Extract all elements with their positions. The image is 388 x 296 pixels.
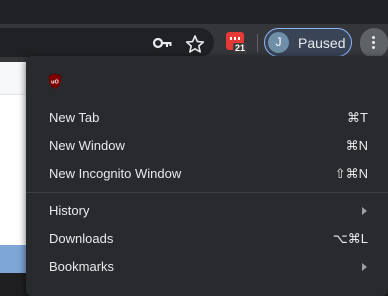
menu-item-new-incognito-window[interactable]: New Incognito Window ⇧⌘N — [26, 161, 388, 187]
submenu-arrow-icon — [362, 263, 367, 271]
menu-item-label: Downloads — [49, 231, 114, 246]
profile-button[interactable]: J Paused — [264, 28, 352, 57]
menu-separator — [26, 192, 388, 193]
extension-icon[interactable]: 21 — [224, 29, 250, 55]
avatar: J — [268, 32, 289, 53]
menu-item-bookmarks[interactable]: Bookmarks — [26, 254, 388, 280]
menu-item-new-window[interactable]: New Window ⌘N — [26, 133, 388, 159]
menu-item-label: New Tab — [49, 110, 100, 125]
menu-item-new-tab[interactable]: New Tab ⌘T — [26, 105, 388, 131]
profile-status-label: Paused — [298, 35, 346, 51]
menu-item-history[interactable]: History — [26, 198, 388, 224]
menu-item-label: History — [49, 203, 90, 218]
chrome-main-menu: uO New Tab ⌘T New Window ⌘N New Incognit… — [26, 56, 388, 296]
svg-text:uO: uO — [51, 80, 59, 86]
key-icon[interactable] — [152, 35, 174, 51]
more-vert-icon[interactable] — [360, 28, 388, 58]
menu-item-label: New Incognito Window — [49, 166, 182, 181]
star-icon[interactable] — [185, 34, 205, 54]
menu-item-shortcut: ⌘T — [347, 110, 368, 125]
ublock-origin-icon[interactable]: uO — [48, 73, 62, 89]
menu-item-downloads[interactable]: Downloads ⌥⌘L — [26, 226, 388, 252]
menu-item-label: New Window — [49, 138, 125, 153]
submenu-arrow-icon — [362, 207, 367, 215]
tab-strip — [0, 0, 388, 24]
extension-badge-count: 21 — [233, 43, 248, 54]
menu-item-shortcut: ⇧⌘N — [334, 166, 368, 181]
toolbar-divider — [257, 34, 258, 52]
address-bar[interactable] — [0, 28, 214, 57]
menu-item-shortcut: ⌥⌘L — [332, 231, 368, 246]
menu-item-shortcut: ⌘N — [345, 138, 368, 153]
